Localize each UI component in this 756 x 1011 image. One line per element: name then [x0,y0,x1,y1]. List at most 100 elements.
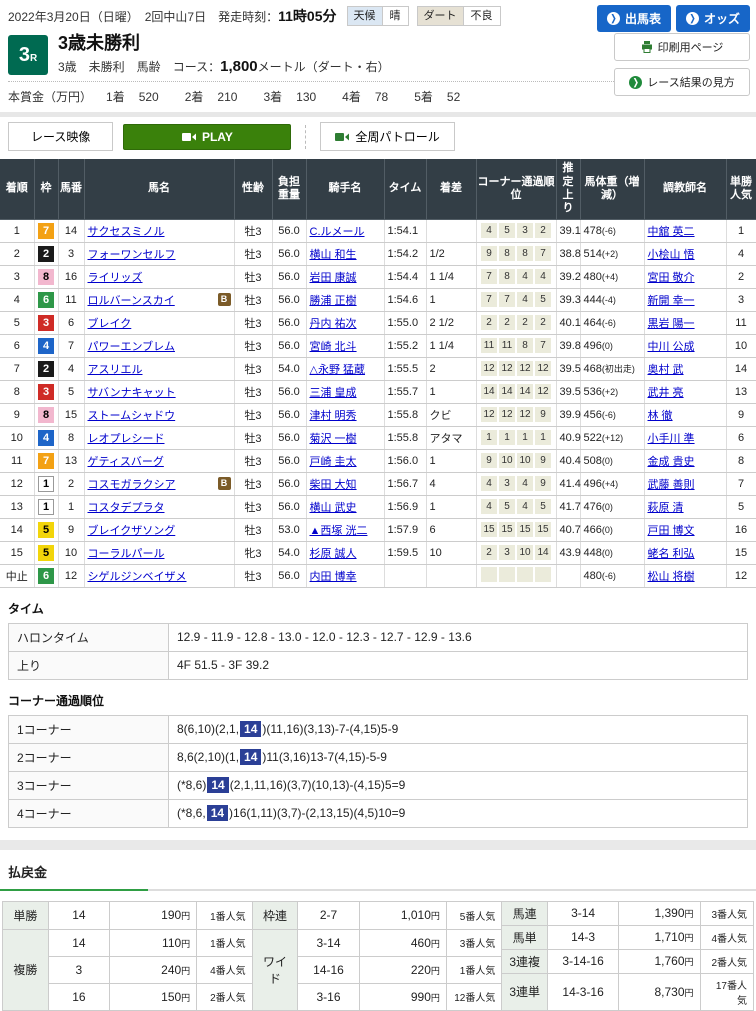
horse-name-link[interactable]: サバンナキャット [88,384,176,400]
horse-name-link[interactable]: サクセスミノル [88,223,165,239]
trainer-link[interactable]: 金成 貴史 [648,456,695,468]
trainer-cell: 新開 幸一 [644,288,726,311]
finish-position: 15 [0,541,34,564]
horse-name-link[interactable]: シゲルジンベイザメ [88,568,187,584]
horse-name-link[interactable]: アスリエル [88,361,143,377]
jockey-link[interactable]: 勝浦 正樹 [310,295,357,307]
trainer-link[interactable]: 松山 将樹 [648,571,695,583]
corner-order-cell: 1212129 [476,403,556,426]
body-weight-cell: 496(0) [580,334,644,357]
jockey-link[interactable]: 岩田 康誠 [310,272,357,284]
load-weight: 56.0 [272,403,306,426]
margin [426,564,476,587]
frame-badge: 4 [38,338,54,354]
horse-name-cell: フォーワンセルフ [84,242,234,265]
trainer-link[interactable]: 奥村 武 [648,364,684,376]
trainer-link[interactable]: 林 徹 [648,410,673,422]
corner-row-label: 3コーナー [9,771,169,799]
horse-name-link[interactable]: ロルバーンスカイ [88,292,175,308]
jockey-cell: 柴田 大知 [306,472,384,495]
payout-row: ワイド3-14460円3番人気 [252,929,502,956]
horse-name-link[interactable]: ブレイク [88,315,132,331]
payout-amount: 1,010円 [359,901,446,929]
jockey-link[interactable]: 宮崎 北斗 [310,341,357,353]
payout-amount-unit: 円 [685,909,694,919]
corner-position: 15 [499,522,515,537]
win-popularity: 14 [726,357,756,380]
corner-position: 9 [535,407,551,422]
corner-position: 10 [517,453,533,468]
trainer-link[interactable]: 武井 亮 [648,387,684,399]
corner-position: 3 [499,545,515,560]
last-3f: 39.1 [556,219,580,242]
trainer-link[interactable]: 小手川 準 [648,433,695,445]
trainer-link[interactable]: 戸田 博文 [648,525,695,537]
jockey-link[interactable]: 津村 明秀 [310,410,357,422]
race-video-button[interactable]: レース映像 [8,122,113,151]
payout-popularity: 4番人気 [197,956,252,983]
jockey-link[interactable]: 柴田 大知 [310,479,357,491]
load-weight: 53.0 [272,518,306,541]
horse-name-link[interactable]: コスモガラクシア [88,476,176,492]
horse-name-link[interactable]: コスタデプラタ [88,499,165,515]
jockey-link[interactable]: 三浦 皇成 [310,387,357,399]
jockey-link[interactable]: ▲西塚 洸二 [310,525,368,537]
trainer-link[interactable]: 萩原 清 [648,502,684,514]
trainer-link[interactable]: 武藤 善則 [648,479,695,491]
frame-cell: 3 [34,311,58,334]
trainer-link[interactable]: 蛯名 利弘 [648,548,695,560]
trainer-link[interactable]: 新開 幸一 [648,295,695,307]
track-label: ダート [418,7,463,25]
horse-name-link[interactable]: ライリッズ [88,269,143,285]
horse-number: 4 [58,357,84,380]
body-weight: 448 [584,547,602,559]
last-3f: 39.8 [556,334,580,357]
frame-badge: 3 [38,315,54,331]
payout-title: 払戻金 [0,862,756,881]
body-weight-diff: (+12) [602,433,623,443]
corner-position: 4 [517,499,533,514]
payout-amount-value: 240 [161,963,181,977]
horse-name-link[interactable]: ゲティスバーグ [88,453,164,469]
horse-name-link[interactable]: コーラルパール [88,545,165,561]
col-body-weight: 馬体重（増減） [580,159,644,219]
body-weight-cell: 522(+12) [580,426,644,449]
jockey-link[interactable]: 横山 武史 [310,502,357,514]
horse-name-link[interactable]: レオプレシード [88,430,165,446]
result-guide-button[interactable]: ❭ レース結果の見方 [614,68,750,96]
play-button[interactable]: PLAY [123,124,291,150]
body-weight-diff: (+2) [602,387,618,397]
payout-amount: 8,730円 [619,973,700,1010]
horse-name-link[interactable]: ブレイクザソング [88,522,176,538]
jockey-link[interactable]: 内田 博幸 [310,571,357,583]
jockey-link[interactable]: C.ルメール [310,226,365,238]
time-row-label: 上り [9,651,169,679]
jockey-link[interactable]: 戸崎 圭太 [310,456,357,468]
trainer-link[interactable]: 黒岩 陽一 [648,318,695,330]
trainer-link[interactable]: 宮田 敬介 [648,272,695,284]
jockey-link[interactable]: 杉原 誠人 [310,548,357,560]
horse-name-link[interactable]: フォーワンセルフ [88,246,176,262]
frame-cell: 5 [34,541,58,564]
jockey-link[interactable]: △永野 猛蔵 [310,364,366,376]
frame-badge: 1 [38,499,54,515]
horse-name-link[interactable]: パワーエンブレム [88,338,175,354]
jockey-link[interactable]: 菊沢 一樹 [310,433,357,445]
arrow-circle-icon: ❭ [629,76,642,89]
jockey-link[interactable]: 横山 和生 [310,249,357,261]
trainer-link[interactable]: 小桧山 悟 [648,249,695,261]
margin: 4 [426,472,476,495]
horse-name-cell: ライリッズ [84,265,234,288]
odds-button[interactable]: ❭ オッズ [676,5,750,32]
entries-button[interactable]: ❭ 出馬表 [597,5,671,32]
trainer-link[interactable]: 中舘 英二 [648,226,695,238]
load-weight: 56.0 [272,564,306,587]
margin: 2 1/2 [426,311,476,334]
print-page-button[interactable]: 印刷用ページ [614,33,750,61]
patrol-video-button[interactable]: 全周パトロール [320,122,454,151]
body-weight-cell: 464(-6) [580,311,644,334]
trainer-link[interactable]: 中川 公成 [648,341,695,353]
horse-name-link[interactable]: ストームシャドウ [88,407,176,423]
last-3f: 41.7 [556,495,580,518]
jockey-link[interactable]: 丹内 祐次 [310,318,357,330]
